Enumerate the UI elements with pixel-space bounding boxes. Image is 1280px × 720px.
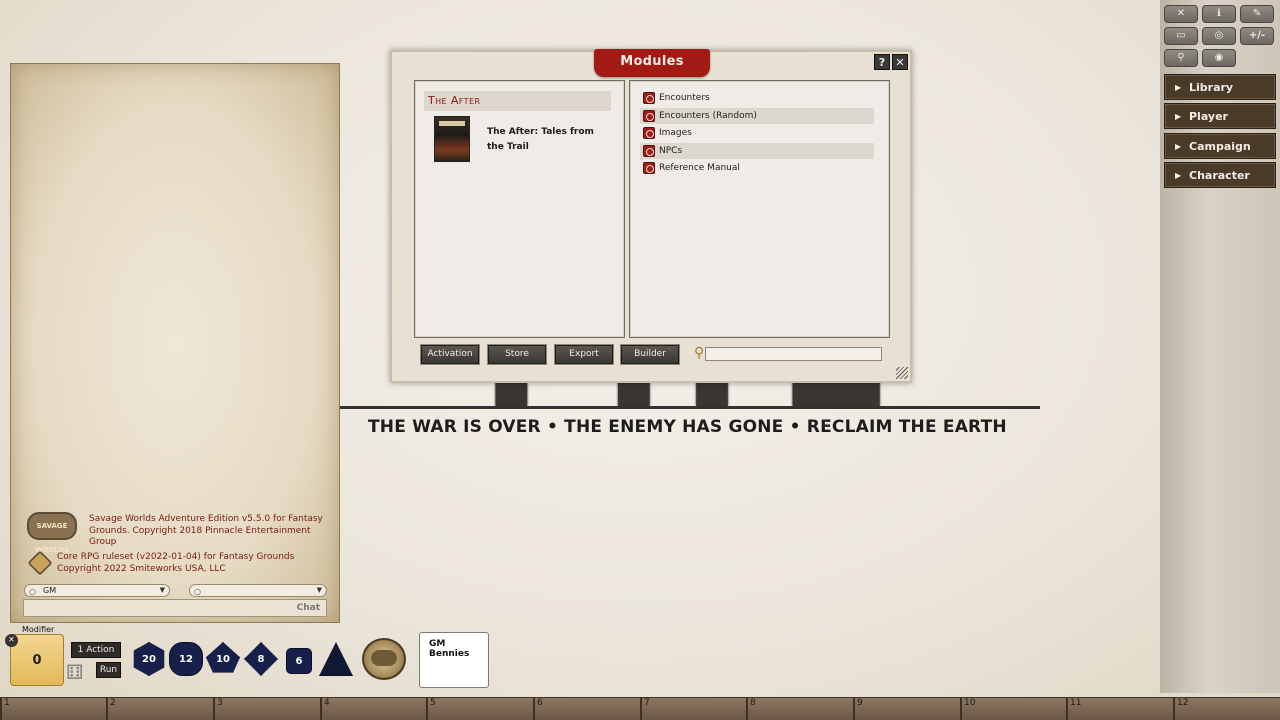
hotbar-slot[interactable]: 5 — [426, 698, 532, 720]
list-item[interactable]: NPCs — [640, 143, 874, 159]
credit-text: Savage Worlds Adventure Edition v5.5.0 f… — [89, 514, 323, 547]
credit-text: Core RPG ruleset (v2022-01-04) for Fanta… — [57, 552, 295, 574]
sidebar-item-character[interactable]: ▶ Character — [1164, 162, 1276, 188]
store-button[interactable]: Store — [488, 345, 546, 364]
hotbar: 1 2 3 4 5 6 7 8 9 10 11 12 — [0, 697, 1280, 720]
hotbar-slot[interactable]: 12 — [1173, 698, 1279, 720]
credit-savage-worlds: SAVAGE WORLDS Savage Worlds Adventure Ed… — [27, 512, 327, 554]
credit-core-rpg: Core RPG ruleset (v2022-01-04) for Fanta… — [27, 550, 327, 580]
bennie-token-icon[interactable] — [362, 638, 406, 680]
play-arrow-icon: ▶ — [1175, 83, 1182, 92]
module-contents-pane: Encounters Encounters (Random) Images NP… — [629, 80, 890, 338]
library-book-icon — [643, 110, 655, 122]
chat-panel: SAVAGE WORLDS Savage Worlds Adventure Ed… — [10, 63, 340, 623]
d8-die[interactable]: 8 — [244, 642, 278, 676]
speech-bubble-icon: ○ — [29, 587, 36, 596]
hotbar-slot[interactable]: 4 — [320, 698, 426, 720]
library-book-icon — [643, 145, 655, 157]
search-icon: ⚲ — [694, 345, 705, 361]
hotbar-slot[interactable]: 10 — [960, 698, 1066, 720]
chevron-down-icon: ▼ — [159, 586, 165, 594]
tool-button[interactable]: ◉ — [1202, 49, 1236, 67]
gm-bennies-label: GM Bennies — [429, 639, 470, 659]
chevron-down-icon: ▼ — [316, 586, 322, 594]
hotbar-slot[interactable]: 6 — [533, 698, 639, 720]
search-input[interactable] — [705, 347, 882, 361]
sidebar-item-player[interactable]: ▶ Player — [1164, 103, 1276, 129]
list-item[interactable]: Encounters — [640, 90, 874, 106]
tagline: THE WAR IS OVER • THE ENEMY HAS GONE • R… — [368, 417, 1007, 437]
modifier-toggle-button[interactable]: +/- — [1240, 27, 1274, 45]
play-arrow-icon: ▶ — [1175, 171, 1182, 180]
sidebar-item-campaign[interactable]: ▶ Campaign — [1164, 133, 1276, 159]
tool-button[interactable]: ⚲ — [1164, 49, 1198, 67]
tool-button[interactable]: ✕ — [1164, 5, 1198, 23]
activation-button[interactable]: Activation — [421, 345, 479, 364]
hotbar-slot[interactable]: 7 — [640, 698, 746, 720]
library-book-icon — [643, 127, 655, 139]
list-item[interactable]: Reference Manual — [640, 160, 874, 176]
hotbar-slot[interactable]: 11 — [1066, 698, 1172, 720]
d6-die[interactable]: 6 — [286, 648, 312, 674]
tool-button[interactable]: ▭ — [1164, 27, 1198, 45]
library-book-icon — [643, 92, 655, 104]
builder-button[interactable]: Builder — [621, 345, 679, 364]
identity-select-value: GM — [43, 586, 57, 595]
modules-window: Modules ? ✕ The After The After: Tales f… — [390, 49, 912, 383]
d4-die[interactable] — [319, 642, 353, 676]
savage-worlds-logo: SAVAGE WORLDS — [27, 512, 77, 554]
module-name[interactable]: The After: Tales from the Trail — [487, 125, 612, 155]
sidebar-item-library[interactable]: ▶ Library — [1164, 74, 1276, 100]
core-rpg-logo — [27, 550, 53, 576]
speech-bubble-icon: ○ — [194, 587, 201, 596]
d10-die[interactable]: 10 — [206, 642, 240, 673]
list-item[interactable]: Encounters (Random) — [640, 108, 874, 124]
sidebar: ✕ ℹ ✎ ▭ ◎ +/- ⚲ ◉ ▶ Library ▶ Player ▶ C… — [1160, 0, 1280, 693]
hotbar-slot[interactable]: 1 — [0, 698, 106, 720]
modifier-value[interactable]: 0 — [10, 634, 64, 686]
chat-mode-select[interactable]: ○ ▼ — [189, 584, 327, 597]
tool-button[interactable]: ◎ — [1202, 27, 1236, 45]
play-arrow-icon: ▶ — [1175, 112, 1182, 121]
play-arrow-icon: ▶ — [1175, 142, 1182, 151]
action-button[interactable]: 1 Action — [71, 642, 121, 658]
close-icon[interactable]: ✕ — [5, 634, 18, 647]
help-button[interactable]: ? — [874, 54, 890, 70]
hotbar-slot[interactable]: 2 — [106, 698, 212, 720]
resize-grip-icon[interactable] — [896, 367, 908, 379]
export-button[interactable]: Export — [555, 345, 613, 364]
window-title: Modules — [594, 49, 710, 77]
hotbar-slot[interactable]: 3 — [213, 698, 319, 720]
identity-select[interactable]: ○ GM ▼ — [24, 584, 170, 597]
d12-die[interactable]: 12 — [169, 642, 203, 676]
chat-input-label: Chat — [296, 603, 320, 613]
chat-input[interactable]: Chat — [23, 599, 327, 617]
tool-button[interactable]: ℹ — [1202, 5, 1236, 23]
close-button[interactable]: ✕ — [892, 54, 908, 70]
module-group-header[interactable]: The After — [424, 91, 611, 111]
list-item[interactable]: Images — [640, 125, 874, 141]
hotbar-slot[interactable]: 9 — [853, 698, 959, 720]
splash-rule — [340, 406, 1040, 409]
hotbar-slot[interactable]: 8 — [746, 698, 852, 720]
dice-icon[interactable]: ⚅ — [66, 660, 90, 684]
module-list-pane: The After The After: Tales from the Trai… — [414, 80, 625, 338]
module-thumbnail[interactable] — [434, 116, 470, 162]
modifier-label: Modifier — [22, 625, 55, 634]
gm-bennies-box[interactable]: GM Bennies — [419, 632, 489, 688]
tool-button[interactable]: ✎ — [1240, 5, 1274, 23]
d20-die[interactable]: 20 — [133, 642, 165, 676]
run-button[interactable]: Run — [96, 662, 121, 678]
library-book-icon — [643, 162, 655, 174]
